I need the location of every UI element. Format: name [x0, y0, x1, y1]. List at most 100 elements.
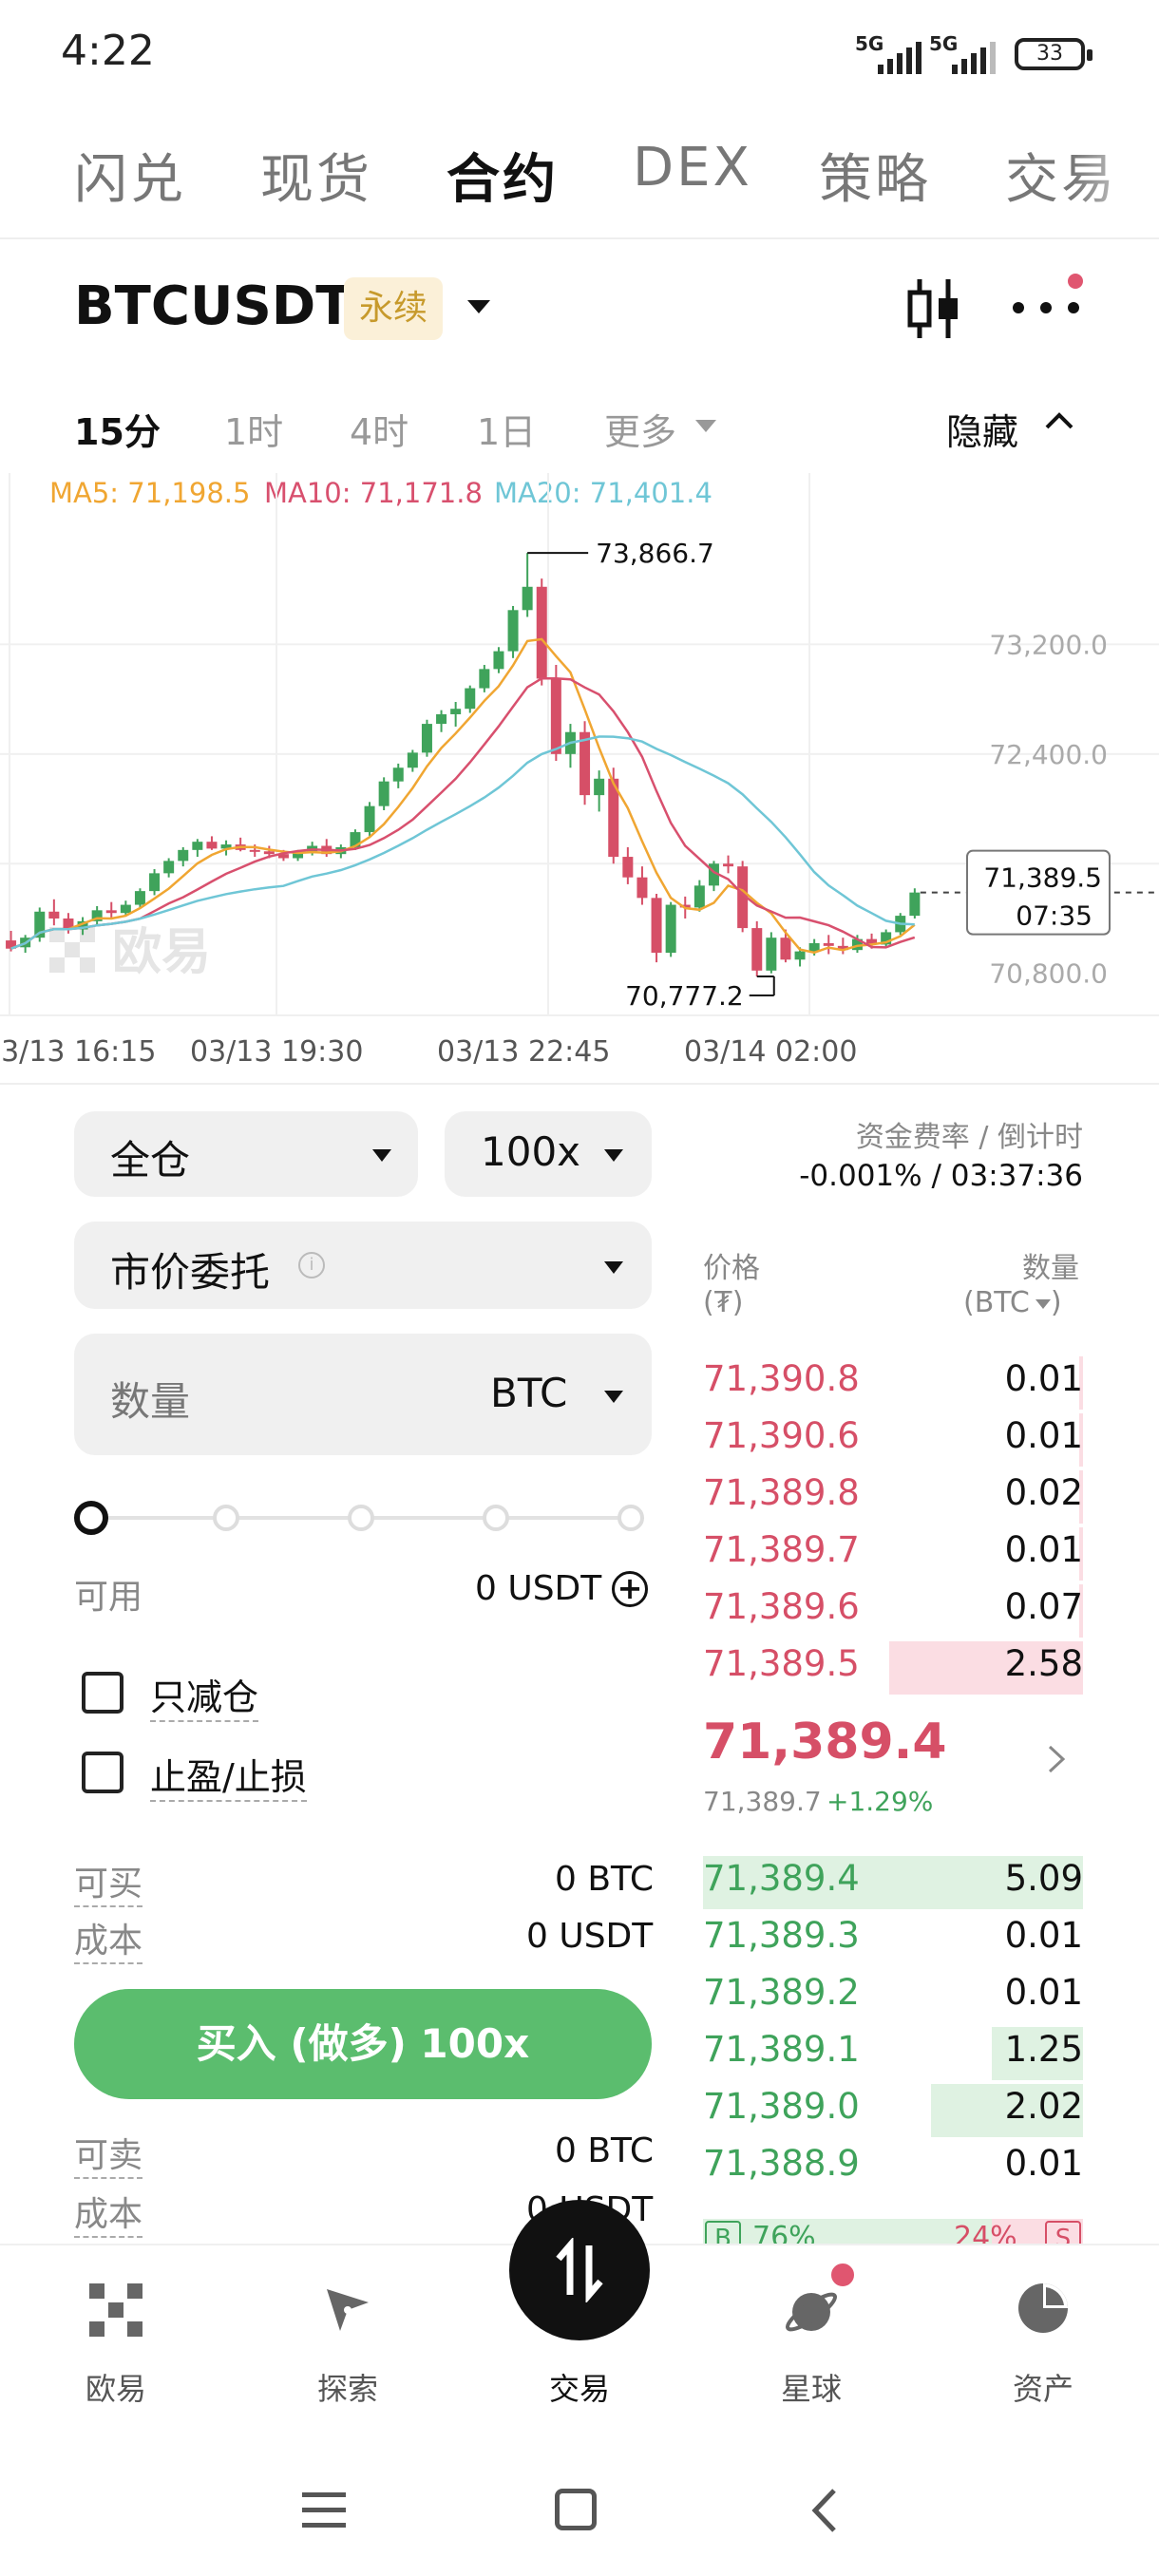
leverage-select[interactable]: 100x	[445, 1111, 652, 1197]
orderbook-ask-row[interactable]: 71,390.6 0.01	[703, 1410, 1083, 1467]
candle-body	[522, 586, 533, 611]
candle-body	[206, 842, 218, 849]
instrument-dropdown-icon[interactable]	[467, 300, 490, 313]
nav-planet[interactable]: 星球	[735, 2245, 887, 2435]
chevron-down-icon	[604, 1261, 623, 1274]
menu-icon[interactable]	[302, 2491, 346, 2529]
nav-label: 资产	[1012, 2371, 1074, 2407]
trade-icon	[509, 2200, 650, 2340]
nav-okx[interactable]: 欧易	[40, 2245, 192, 2435]
notification-dot-icon	[1068, 274, 1083, 289]
orderbook-ask-row[interactable]: 71,389.6 0.07	[703, 1581, 1083, 1638]
interval-1d[interactable]: 1日	[477, 403, 536, 455]
slider-step-50[interactable]	[348, 1505, 374, 1531]
orderbook-qty: 5.09	[1004, 1858, 1083, 1899]
info-icon[interactable]: i	[298, 1252, 325, 1279]
system-navigation	[0, 2443, 1159, 2576]
transfer-add-icon[interactable]: +	[612, 1571, 648, 1607]
candle-body	[450, 709, 462, 714]
nav-trade[interactable]: 交易	[504, 2200, 656, 2435]
orderbook-bid-row[interactable]: 71,388.9 0.01	[703, 2137, 1083, 2194]
max-sell-value: 0 BTC	[555, 2131, 655, 2170]
orderbook-qty: 2.02	[1004, 2086, 1083, 2127]
interval-more-caret-icon	[695, 420, 716, 432]
orderbook-ask-row[interactable]: 71,390.8 0.01	[703, 1353, 1083, 1410]
candle-body	[507, 610, 519, 652]
candle-body	[665, 904, 676, 954]
tab-futures[interactable]: 合约	[446, 137, 559, 214]
candle-body	[263, 851, 275, 855]
slider-step-25[interactable]	[213, 1505, 239, 1531]
interval-15m[interactable]: 15分	[74, 403, 161, 455]
candle-body	[163, 861, 175, 874]
interval-more[interactable]: 更多	[604, 403, 676, 455]
interval-1h[interactable]: 1时	[224, 403, 283, 455]
more-icon[interactable]	[1013, 302, 1083, 315]
interval-4h[interactable]: 4时	[350, 403, 408, 455]
chevron-down-icon[interactable]	[604, 1391, 623, 1403]
pie-chart-icon	[1018, 2283, 1068, 2333]
buy-long-button[interactable]: 买入 (做多) 100x	[74, 1989, 652, 2099]
orderbook-price: 71,389.3	[703, 1915, 860, 1956]
nav-assets[interactable]: 资产	[967, 2245, 1119, 2435]
max-sell-label: 可卖	[74, 2128, 143, 2179]
perpetual-badge: 永续	[344, 277, 443, 340]
orderbook-bid-row[interactable]: 71,389.0 2.02	[703, 2080, 1083, 2137]
orderbook-price: 71,389.5	[703, 1643, 860, 1684]
quantity-input[interactable]: 数量 BTC	[74, 1334, 652, 1455]
orderbook-bid-row[interactable]: 71,389.1 1.25	[703, 2023, 1083, 2080]
orderbook-qty-unit-select[interactable]: (BTC)	[963, 1286, 1062, 1319]
okx-logo-icon	[89, 2283, 142, 2337]
instrument-symbol[interactable]: BTCUSDT	[74, 275, 352, 337]
orderbook-qty: 0.01	[1004, 2143, 1083, 2184]
price-chart[interactable]: 欧易 73,200.072,400.071,600.070,800.0 73,8…	[0, 473, 1159, 1014]
nav-label: 欧易	[85, 2371, 146, 2407]
margin-mode-select[interactable]: 全仓	[74, 1111, 418, 1197]
mark-price: 71,389.7	[703, 1786, 822, 1817]
slider-step-75[interactable]	[483, 1505, 509, 1531]
candle-body	[378, 781, 390, 806]
candle-countdown: 07:35	[1016, 900, 1092, 932]
tab-spot[interactable]: 现货	[260, 137, 372, 214]
order-type-select[interactable]: 市价委托 i	[74, 1222, 652, 1309]
tp-sl-label[interactable]: 止盈/止损	[150, 1748, 307, 1802]
chart-bottom-axis	[0, 1014, 1159, 1016]
top-tabs: 闪兑 现货 合约 DEX 策略 交易	[0, 123, 1159, 237]
buy-cost-label: 成本	[74, 1913, 143, 1964]
candlestick-icon[interactable]	[904, 275, 963, 342]
candle-body	[364, 805, 375, 833]
reduce-only-checkbox[interactable]	[82, 1672, 124, 1714]
hide-chart-toggle[interactable]: 隐藏	[946, 403, 1018, 455]
orderbook-bid-row[interactable]: 71,389.2 0.01	[703, 1966, 1083, 2023]
candle-body	[622, 857, 634, 878]
candle-body	[594, 778, 605, 796]
tab-strategy[interactable]: 策略	[819, 137, 931, 214]
orderbook-bid-row[interactable]: 71,389.4 5.09	[703, 1852, 1083, 1909]
orderbook-ask-row[interactable]: 71,389.8 0.02	[703, 1467, 1083, 1524]
tab-dex[interactable]: DEX	[633, 137, 752, 199]
orderbook-ask-row[interactable]: 71,389.5 2.58	[703, 1638, 1083, 1695]
chevron-down-icon	[372, 1149, 391, 1162]
tp-sl-checkbox[interactable]	[82, 1752, 124, 1793]
quantity-slider-handle[interactable]	[74, 1501, 108, 1535]
orderbook-ask-row[interactable]: 71,389.7 0.01	[703, 1524, 1083, 1581]
chevron-up-icon[interactable]	[1043, 410, 1075, 431]
quantity-unit[interactable]: BTC	[490, 1370, 567, 1416]
low-price-label: 70,777.2	[625, 980, 744, 1012]
orderbook-price: 71,389.6	[703, 1586, 860, 1627]
candle-body	[105, 910, 117, 914]
last-price[interactable]: 71,389.4	[703, 1714, 947, 1771]
home-icon[interactable]	[555, 2489, 597, 2530]
funding-rate-label[interactable]: 资金费率 / 倒计时	[703, 1113, 1083, 1155]
orderbook-price-unit: (₮)	[703, 1286, 744, 1319]
orderbook-bid-row[interactable]: 71,389.3 0.01	[703, 1909, 1083, 1966]
nav-explore[interactable]: 探索	[272, 2245, 424, 2435]
reduce-only-label[interactable]: 只减仓	[150, 1668, 259, 1722]
candle-body	[651, 898, 662, 954]
tab-swap[interactable]: 闪兑	[74, 137, 186, 214]
slider-step-100[interactable]	[618, 1505, 644, 1531]
chevron-right-icon[interactable]	[1045, 1742, 1068, 1776]
x-tick-4: 03/14 02:00	[684, 1035, 858, 1069]
x-tick-3: 03/13 22:45	[437, 1035, 611, 1069]
back-icon[interactable]	[809, 2487, 840, 2534]
